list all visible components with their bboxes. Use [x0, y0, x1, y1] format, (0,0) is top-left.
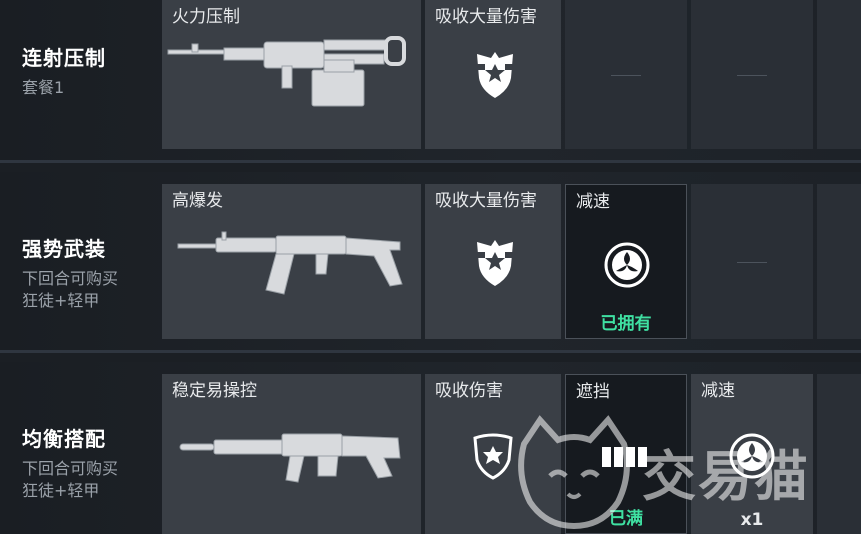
weapon-title: 高爆发: [172, 191, 223, 211]
weapon-title: 稳定易操控: [172, 381, 257, 401]
weapon-card-rifle[interactable]: 稳定易操控: [162, 374, 421, 534]
light-shield-icon: [473, 433, 513, 480]
armor-title: 吸收大量伤害: [435, 191, 537, 211]
empty-slot: [817, 0, 861, 149]
loadout-row-2: 强势武装 下回合可购买 狂徒+轻甲 高爆发 吸收大量伤害 减速 已拥有: [0, 172, 861, 350]
ability-card-slow[interactable]: 减速 已拥有: [565, 184, 687, 339]
row-divider: [0, 350, 861, 353]
subtitle-line: 狂徒+轻甲: [22, 291, 100, 310]
loadout-subtitle: 下回合可购买 狂徒+轻甲: [22, 458, 118, 502]
loadout-subtitle: 套餐1: [22, 78, 65, 97]
empty-slot: [691, 0, 813, 149]
weapon-title: 火力压制: [172, 7, 240, 27]
armor-title: 吸收大量伤害: [435, 7, 537, 27]
rifle-icon: [179, 433, 401, 483]
watermark-text: 交易猫: [642, 445, 810, 508]
empty-slot: [565, 0, 687, 149]
slow-orb-icon: [604, 242, 650, 288]
loadout-title: 强势武装: [22, 237, 106, 261]
loadout-title: 均衡搭配: [22, 427, 106, 451]
ability-title: 减速: [576, 192, 610, 212]
watermark: 交易猫: [510, 412, 860, 532]
loadout-label: 强势武装 下回合可购买 狂徒+轻甲: [22, 236, 118, 312]
armor-card[interactable]: 吸收大量伤害: [425, 184, 561, 339]
armor-title: 吸收伤害: [435, 381, 503, 401]
loadout-row-1: 连射压制 套餐1 火力压制 吸收大量伤害: [0, 0, 861, 160]
empty-slot: [817, 184, 861, 339]
loadout-subtitle: 下回合可购买 狂徒+轻甲: [22, 268, 118, 312]
assault-rifle-icon: [177, 231, 403, 295]
loadout-label: 连射压制 套餐1: [22, 45, 106, 99]
loadout-title: 连射压制: [22, 46, 106, 70]
owned-status: 已拥有: [600, 314, 652, 334]
subtitle-line: 下回合可购买: [22, 269, 119, 288]
subtitle-line: 狂徒+轻甲: [22, 481, 100, 500]
row-divider: [0, 160, 861, 163]
cat-logo-icon: [518, 415, 630, 530]
empty-dash: [737, 261, 767, 263]
empty-dash: [737, 74, 767, 76]
weapon-card-heavy[interactable]: 火力压制: [162, 0, 421, 149]
ability-title: 减速: [701, 381, 735, 401]
ability-title: 遮挡: [576, 382, 610, 402]
subtitle-line: 下回合可购买: [22, 459, 119, 478]
armor-card[interactable]: 吸收大量伤害: [425, 0, 561, 149]
machine-gun-icon: [167, 36, 406, 107]
heavy-shield-icon: [477, 240, 513, 286]
weapon-card-rifle[interactable]: 高爆发: [162, 184, 421, 339]
loadout-label: 均衡搭配 下回合可购买 狂徒+轻甲: [22, 426, 118, 502]
empty-dash: [611, 74, 641, 76]
empty-slot: [691, 184, 813, 339]
heavy-shield-icon: [477, 52, 513, 98]
